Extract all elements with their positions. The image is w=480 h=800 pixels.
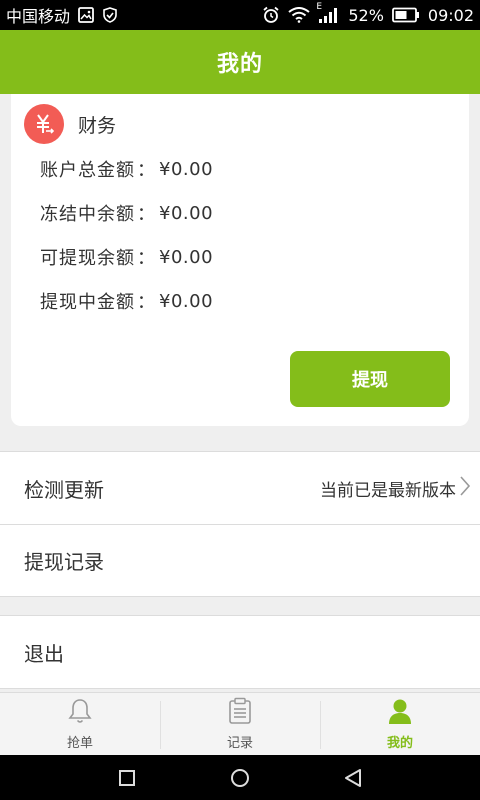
bottom-tab-bar: 抢单 记录 我的 [0, 692, 480, 755]
withdraw-record-item[interactable]: 提现记录 [0, 524, 480, 596]
bell-icon [67, 697, 93, 729]
logout-label: 退出 [24, 641, 64, 666]
carrier-name: 中国移动 [6, 7, 71, 26]
amount-separator: ： [137, 248, 155, 269]
amount-row-total: 账户总金额 ： ¥0.00 [11, 156, 213, 182]
network-type: E [316, 2, 323, 12]
recent-apps-button[interactable] [107, 758, 147, 798]
yuan-icon [24, 104, 64, 144]
amount-label: 可提现余额 [40, 248, 135, 269]
version-status: 当前已是最新版本 [320, 480, 456, 501]
amount-value: ¥0.00 [159, 246, 214, 268]
status-bar: 中国移动 E 52% 09:02 [0, 0, 480, 30]
shield-icon [102, 7, 118, 23]
back-button[interactable] [333, 758, 373, 798]
home-button[interactable] [220, 758, 260, 798]
amount-separator: ： [137, 160, 155, 181]
check-update-label: 检测更新 [24, 477, 104, 502]
amount-value: ¥0.00 [159, 202, 214, 224]
check-update-item[interactable]: 检测更新 当前已是最新版本 [0, 452, 480, 524]
user-icon [387, 697, 413, 729]
amount-row-pending: 提现中金额 ： ¥0.00 [11, 288, 213, 314]
alarm-icon [262, 6, 280, 24]
amount-separator: ： [137, 204, 155, 225]
amount-label: 提现中金额 [40, 292, 135, 313]
amount-label: 冻结中余额 [40, 204, 135, 225]
amount-separator: ： [137, 292, 155, 313]
page-title: 我的 [216, 52, 263, 77]
amount-row-withdrawable: 可提现余额 ： ¥0.00 [11, 244, 213, 270]
finance-header: 财务 [24, 104, 116, 144]
finance-title: 财务 [78, 114, 117, 137]
wifi-icon [288, 7, 310, 23]
logout-item[interactable]: 退出 [0, 616, 480, 688]
amount-label: 账户总金额 [40, 160, 135, 181]
clock: 09:02 [427, 5, 474, 25]
tab-label: 抢单 [66, 736, 93, 751]
finance-card: 财务 账户总金额 ： ¥0.00 冻结中余额 ： ¥0.00 可提现余额 ： ¥… [11, 94, 469, 426]
tab-records[interactable]: 记录 [160, 693, 320, 755]
app-header: 我的 [0, 30, 480, 94]
tab-label: 我的 [386, 736, 413, 751]
signal-icon: E [316, 2, 340, 24]
withdraw-button[interactable]: 提现 [290, 351, 450, 407]
system-nav-bar [0, 755, 480, 800]
clipboard-icon [227, 697, 253, 729]
amount-value: ¥0.00 [159, 290, 214, 312]
tab-grab-order[interactable]: 抢单 [0, 693, 160, 755]
chevron-right-icon [458, 475, 472, 502]
settings-list: 检测更新 当前已是最新版本 提现记录 [0, 451, 480, 597]
amount-row-frozen: 冻结中余额 ： ¥0.00 [11, 200, 213, 226]
withdraw-record-label: 提现记录 [24, 550, 104, 574]
battery-icon [391, 7, 420, 23]
amount-value: ¥0.00 [159, 158, 214, 180]
logout-group: 退出 [0, 615, 480, 689]
tab-label: 记录 [226, 736, 253, 751]
image-icon [78, 7, 94, 23]
tab-mine[interactable]: 我的 [320, 693, 480, 755]
battery-percent: 52% [348, 5, 384, 25]
